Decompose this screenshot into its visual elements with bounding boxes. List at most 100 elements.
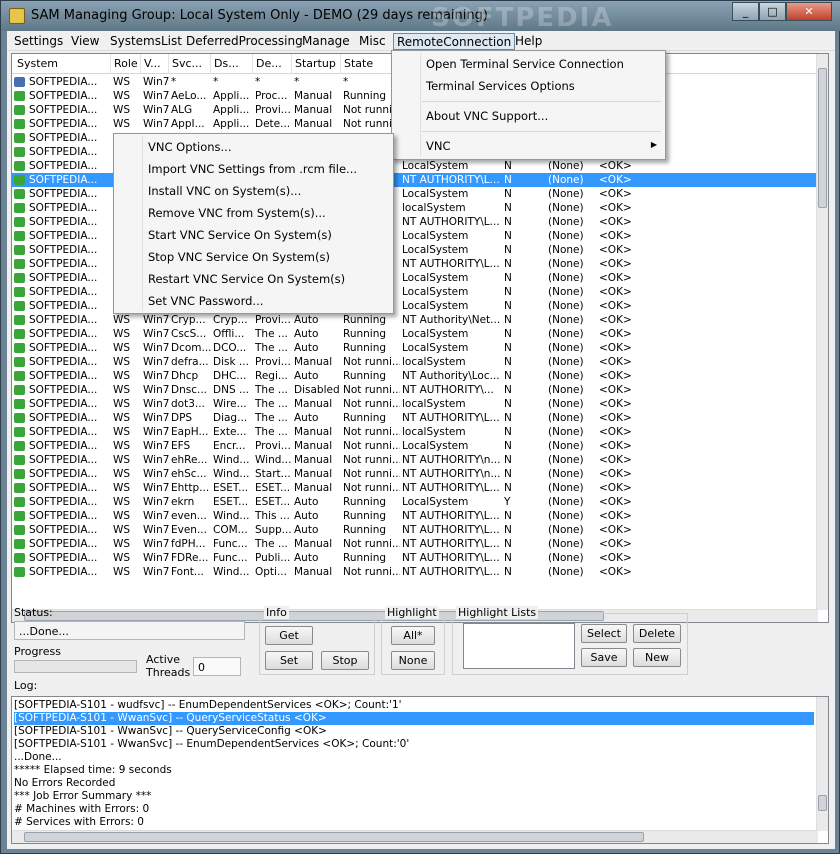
table-row[interactable]: SOFTPEDIA... WS Win7 ehSc... Wind... Start...…: [12, 467, 818, 481]
menu-item-remove-vnc[interactable]: Remove VNC from System(s)...: [114, 202, 393, 224]
table-cell: Auto: [294, 524, 319, 536]
get-button[interactable]: Get: [265, 626, 313, 645]
menu-item-terminal-options[interactable]: Terminal Services Options: [392, 75, 665, 97]
table-row[interactable]: SOFTPEDIA... WS Win7 Even... COM... Supp... Au…: [12, 523, 818, 537]
service-icon: [14, 259, 25, 269]
menu-item-restart-vnc[interactable]: Restart VNC Service On System(s): [114, 268, 393, 290]
table-cell: WS: [113, 314, 131, 326]
service-icon: [14, 455, 25, 465]
service-icon: [14, 371, 25, 381]
service-icon: [14, 315, 25, 325]
table-cell: ESET...: [213, 496, 249, 508]
table-row[interactable]: SOFTPEDIA... WS Win7 fdPH... Func... The ... M…: [12, 537, 818, 551]
table-cell: Auto: [294, 552, 319, 564]
table-cell: Auto: [294, 370, 319, 382]
table-cell: SOFTPEDIA...: [29, 174, 98, 186]
menu-item-install-vnc[interactable]: Install VNC on System(s)...: [114, 180, 393, 202]
delete-button[interactable]: Delete: [633, 624, 681, 643]
menu-item-vnc-options[interactable]: VNC Options...: [114, 136, 393, 158]
column-header[interactable]: Ds...: [211, 54, 253, 74]
table-cell: Func...: [213, 538, 248, 550]
grid-vscroll-thumb[interactable]: [818, 68, 827, 208]
save-button[interactable]: Save: [581, 648, 627, 667]
table-row[interactable]: SOFTPEDIA... WS Win7 ekrn ESET... ESET... Auto…: [12, 495, 818, 509]
column-header[interactable]: De...: [253, 54, 292, 74]
table-cell: LocalSystem: [402, 286, 469, 298]
menu-item-open-terminal[interactable]: Open Terminal Service Connection: [392, 53, 665, 75]
menu-remoteconnection[interactable]: RemoteConnection: [393, 33, 516, 50]
log-hscroll-thumb[interactable]: [24, 832, 644, 842]
table-row[interactable]: SOFTPEDIA... WS Win7 Ehttp... ESET... ESET...…: [12, 481, 818, 495]
table-cell: Not runni...: [343, 468, 400, 480]
title-bar[interactable]: SAM Managing Group: Local System Only - …: [1, 1, 840, 33]
service-icon: [14, 525, 25, 535]
table-cell: Win7: [143, 566, 169, 578]
menu-separator: [422, 131, 661, 132]
table-row[interactable]: SOFTPEDIA... WS Win7 even... Wind... This ...…: [12, 509, 818, 523]
table-cell: localSystem: [402, 202, 466, 214]
table-row[interactable]: SOFTPEDIA... WS Win7 Cryp... Cryp... Provi...…: [12, 313, 818, 327]
table-cell: localSystem: [402, 356, 466, 368]
table-row[interactable]: SOFTPEDIA... WS Win7 ehRe... Wind... Wind... M…: [12, 453, 818, 467]
table-row[interactable]: SOFTPEDIA... WS Win7 Dnsc... DNS ... The ... D…: [12, 383, 818, 397]
minimize-button[interactable]: _: [732, 2, 759, 21]
table-cell: N: [504, 230, 512, 242]
menu-item-stop-vnc[interactable]: Stop VNC Service On System(s): [114, 246, 393, 268]
select-button[interactable]: Select: [581, 624, 627, 643]
maximize-button[interactable]: □: [759, 2, 786, 21]
table-cell: NT AUTHORITY\L...: [402, 482, 500, 494]
table-row[interactable]: SOFTPEDIA... WS Win7 defra... Disk ... Provi.…: [12, 355, 818, 369]
grid-vertical-scrollbar[interactable]: [816, 54, 828, 610]
table-row[interactable]: SOFTPEDIA... WS Win7 Dcom... DCO... The ... Au…: [12, 341, 818, 355]
menu-item-vnc[interactable]: VNC: [392, 135, 665, 157]
highlight-lists-box[interactable]: [463, 623, 575, 669]
highlight-none-button[interactable]: None: [391, 651, 435, 670]
table-row[interactable]: SOFTPEDIA... WS Win7 EFS Encr... Provi... Manu…: [12, 439, 818, 453]
table-row[interactable]: SOFTPEDIA... WS Win7 dot3... Wire... The ... M…: [12, 397, 818, 411]
log-box[interactable]: [SOFTPEDIA-S101 - wudfsvc] -- EnumDepend…: [11, 696, 829, 844]
log-vertical-scrollbar[interactable]: [816, 697, 828, 831]
column-header[interactable]: Svc...: [169, 54, 211, 74]
table-row[interactable]: SOFTPEDIA... WS Win7 FDRe... Func... Publi...…: [12, 551, 818, 565]
set-button[interactable]: Set: [265, 651, 313, 670]
menu-manage[interactable]: Manage: [299, 33, 353, 50]
table-cell: (None): [548, 440, 584, 452]
menu-deferredprocessing[interactable]: DeferredProcessing: [183, 33, 306, 50]
table-cell: even...: [171, 510, 207, 522]
table-cell: SOFTPEDIA...: [29, 104, 98, 116]
watermark-logo: SOFTPEDIA: [431, 3, 614, 33]
column-header[interactable]: System: [14, 54, 111, 74]
table-row[interactable]: SOFTPEDIA... WS Win7 DPS Diag... The ... Auto R…: [12, 411, 818, 425]
table-cell: LocalSystem: [402, 230, 469, 242]
table-row[interactable]: SOFTPEDIA... WS Win7 Dhcp DHC... Regi... Auto R…: [12, 369, 818, 383]
log-horizontal-scrollbar[interactable]: [12, 830, 818, 843]
log-vscroll-thumb[interactable]: [818, 795, 827, 811]
table-cell: WS: [113, 552, 131, 564]
table-cell: SOFTPEDIA...: [29, 146, 98, 158]
column-header[interactable]: V...: [141, 54, 169, 74]
menu-item-start-vnc[interactable]: Start VNC Service On System(s): [114, 224, 393, 246]
table-cell: WS: [113, 538, 131, 550]
table-cell: AppI...: [171, 118, 205, 130]
menu-settings[interactable]: Settings: [11, 33, 66, 50]
table-row[interactable]: SOFTPEDIA... WS Win7 CscS... Offli... The ...…: [12, 327, 818, 341]
close-button[interactable]: ✕: [786, 2, 832, 21]
menu-help[interactable]: Help: [512, 33, 545, 50]
menu-item-set-vnc-password[interactable]: Set VNC Password...: [114, 290, 393, 312]
column-header[interactable]: Startup: [292, 54, 341, 74]
new-button[interactable]: New: [633, 648, 681, 667]
service-icon: [14, 567, 25, 577]
table-cell: SOFTPEDIA...: [29, 300, 98, 312]
table-row[interactable]: SOFTPEDIA... WS Win7 EapH... Exte... The ... M…: [12, 425, 818, 439]
stop-button[interactable]: Stop: [321, 651, 369, 670]
menu-item-import-vnc[interactable]: Import VNC Settings from .rcm file...: [114, 158, 393, 180]
highlight-all-button[interactable]: All*: [391, 626, 435, 645]
table-cell: (None): [548, 510, 584, 522]
menu-misc[interactable]: Misc: [356, 33, 389, 50]
table-row[interactable]: SOFTPEDIA... WS Win7 Font... Wind... Opti... M…: [12, 565, 818, 579]
menu-item-about-vnc[interactable]: About VNC Support...: [392, 105, 665, 127]
column-header[interactable]: Role: [111, 54, 141, 74]
menu-systemslist[interactable]: SystemsList: [107, 33, 185, 50]
table-cell: WS: [113, 454, 131, 466]
menu-view[interactable]: View: [68, 33, 102, 50]
